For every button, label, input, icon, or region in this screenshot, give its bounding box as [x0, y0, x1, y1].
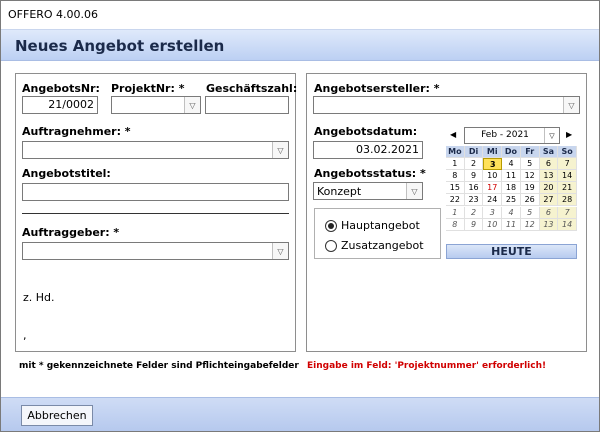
projektnr-label: ProjektNr: *: [111, 82, 185, 95]
calendar-day[interactable]: 4: [502, 206, 521, 219]
month-select[interactable]: Feb - 2021 ▽: [464, 127, 560, 144]
dialog-heading: Neues Angebot erstellen: [15, 37, 225, 55]
calendar-day[interactable]: 24: [483, 194, 503, 207]
calendar-day[interactable]: 12: [520, 218, 540, 231]
angebotsnr-field[interactable]: 21/0002: [22, 96, 98, 114]
calendar-day[interactable]: 2: [464, 158, 484, 171]
calendar-day[interactable]: 1: [446, 206, 465, 219]
angebotsnr-label: AngebotsNr:: [22, 82, 100, 95]
calendar-day[interactable]: 14: [558, 170, 577, 183]
calendar-day[interactable]: 16: [464, 182, 484, 195]
prev-month-icon[interactable]: ◀: [450, 130, 456, 139]
cancel-button[interactable]: Abbrechen: [21, 405, 93, 426]
divider: [22, 213, 289, 214]
chevron-down-icon[interactable]: ▽: [563, 97, 579, 113]
calendar-day[interactable]: 17: [483, 182, 503, 195]
calendar-day[interactable]: 10: [483, 218, 503, 231]
calendar-day[interactable]: 11: [502, 218, 521, 231]
calendar-day[interactable]: 6: [539, 158, 559, 171]
weekday-header: Mo: [446, 146, 465, 158]
calendar-day[interactable]: 6: [539, 206, 559, 219]
datum-field[interactable]: 03.02.2021: [313, 141, 423, 159]
chevron-down-icon[interactable]: ▽: [406, 183, 422, 199]
calendar-nav: ◀ Feb - 2021 ▽ ▶: [446, 127, 577, 145]
auftraggeber-label: Auftraggeber: *: [22, 226, 120, 239]
month-value: Feb - 2021: [481, 130, 529, 140]
calendar-day[interactable]: 7: [558, 206, 577, 219]
app-title: OFFERO 4.00.06: [8, 8, 99, 21]
radio-hauptangebot[interactable]: Hauptangebot: [325, 219, 420, 232]
weekday-header: Fr: [520, 146, 540, 158]
ersteller-combo[interactable]: ▽: [313, 96, 580, 114]
chevron-down-icon[interactable]: ▽: [544, 128, 559, 143]
radio-checked-icon: [325, 219, 337, 232]
calendar-day[interactable]: 15: [446, 182, 465, 195]
calendar-day[interactable]: 27: [539, 194, 559, 207]
error-message: Eingabe im Feld: 'Projektnummer' erforde…: [307, 361, 547, 371]
calendar-day[interactable]: 13: [539, 170, 559, 183]
weekday-header: Sa: [539, 146, 559, 158]
chevron-down-icon[interactable]: ▽: [184, 97, 200, 113]
calendar-day[interactable]: 3: [483, 206, 503, 219]
calendar-day[interactable]: 19: [520, 182, 540, 195]
angebotstitel-field[interactable]: [22, 183, 289, 201]
calendar-day[interactable]: 8: [446, 170, 465, 183]
geschaeftszahl-field[interactable]: [205, 96, 289, 114]
zhd-text: z. Hd.: [23, 291, 55, 304]
chevron-down-icon[interactable]: ▽: [272, 243, 288, 259]
dialog-header: Neues Angebot erstellen: [1, 29, 599, 61]
datum-label: Angebotsdatum:: [314, 125, 418, 138]
today-button[interactable]: HEUTE: [446, 244, 577, 259]
geschaeftszahl-label: Geschäftszahl:: [206, 82, 298, 95]
angebotstitel-label: Angebotstitel:: [22, 167, 111, 180]
calendar-day[interactable]: 11: [502, 170, 521, 183]
dialog-footer: Abbrechen: [1, 397, 599, 431]
calendar-day[interactable]: 25: [502, 194, 521, 207]
status-label: Angebotsstatus: *: [314, 167, 426, 180]
auftraggeber-combo[interactable]: ▽: [22, 242, 289, 260]
calendar-day[interactable]: 26: [520, 194, 540, 207]
weekday-header: Di: [464, 146, 484, 158]
calendar-day[interactable]: 3: [483, 158, 503, 171]
offer-type-group: Hauptangebot Zusatzangebot: [314, 208, 441, 259]
weekday-header: Do: [502, 146, 521, 158]
calendar-day[interactable]: 14: [558, 218, 577, 231]
dialog-window: OFFERO 4.00.06 Neues Angebot erstellen A…: [0, 0, 600, 432]
auftragnehmer-label: Auftragnehmer: *: [22, 125, 131, 138]
calendar-day[interactable]: 18: [502, 182, 521, 195]
mandatory-note: mit * gekennzeichnete Felder sind Pflich…: [19, 361, 299, 371]
ersteller-label: Angebotsersteller: *: [314, 82, 440, 95]
calendar-day[interactable]: 9: [464, 218, 484, 231]
next-month-icon[interactable]: ▶: [566, 130, 572, 139]
radio-zusatzangebot-label: Zusatzangebot: [341, 239, 424, 252]
calendar-day[interactable]: 23: [464, 194, 484, 207]
calendar-day[interactable]: 10: [483, 170, 503, 183]
calendar-day[interactable]: 2: [464, 206, 484, 219]
calendar-day[interactable]: 5: [520, 158, 540, 171]
calendar-day[interactable]: 1: [446, 158, 465, 171]
calendar-day[interactable]: 21: [558, 182, 577, 195]
status-combo[interactable]: Konzept ▽: [313, 182, 423, 200]
auftragnehmer-combo[interactable]: ▽: [22, 141, 289, 159]
weekday-header: Mi: [483, 146, 503, 158]
calendar-day[interactable]: 28: [558, 194, 577, 207]
calendar-day[interactable]: 13: [539, 218, 559, 231]
calendar-day[interactable]: 4: [502, 158, 521, 171]
radio-unchecked-icon: [325, 239, 337, 252]
projektnr-combo[interactable]: ▽: [111, 96, 201, 114]
radio-hauptangebot-label: Hauptangebot: [341, 219, 420, 232]
title-bar: OFFERO 4.00.06: [1, 1, 599, 29]
calendar-day[interactable]: 9: [464, 170, 484, 183]
status-value: Konzept: [317, 185, 362, 198]
calendar-day[interactable]: 20: [539, 182, 559, 195]
calendar-day[interactable]: 7: [558, 158, 577, 171]
chevron-down-icon[interactable]: ▽: [272, 142, 288, 158]
calendar-day[interactable]: 8: [446, 218, 465, 231]
weekday-header: So: [558, 146, 577, 158]
radio-zusatzangebot[interactable]: Zusatzangebot: [325, 239, 424, 252]
calendar-day[interactable]: 22: [446, 194, 465, 207]
address-comma: ,: [23, 329, 27, 342]
calendar-day[interactable]: 12: [520, 170, 540, 183]
calendar-day[interactable]: 5: [520, 206, 540, 219]
